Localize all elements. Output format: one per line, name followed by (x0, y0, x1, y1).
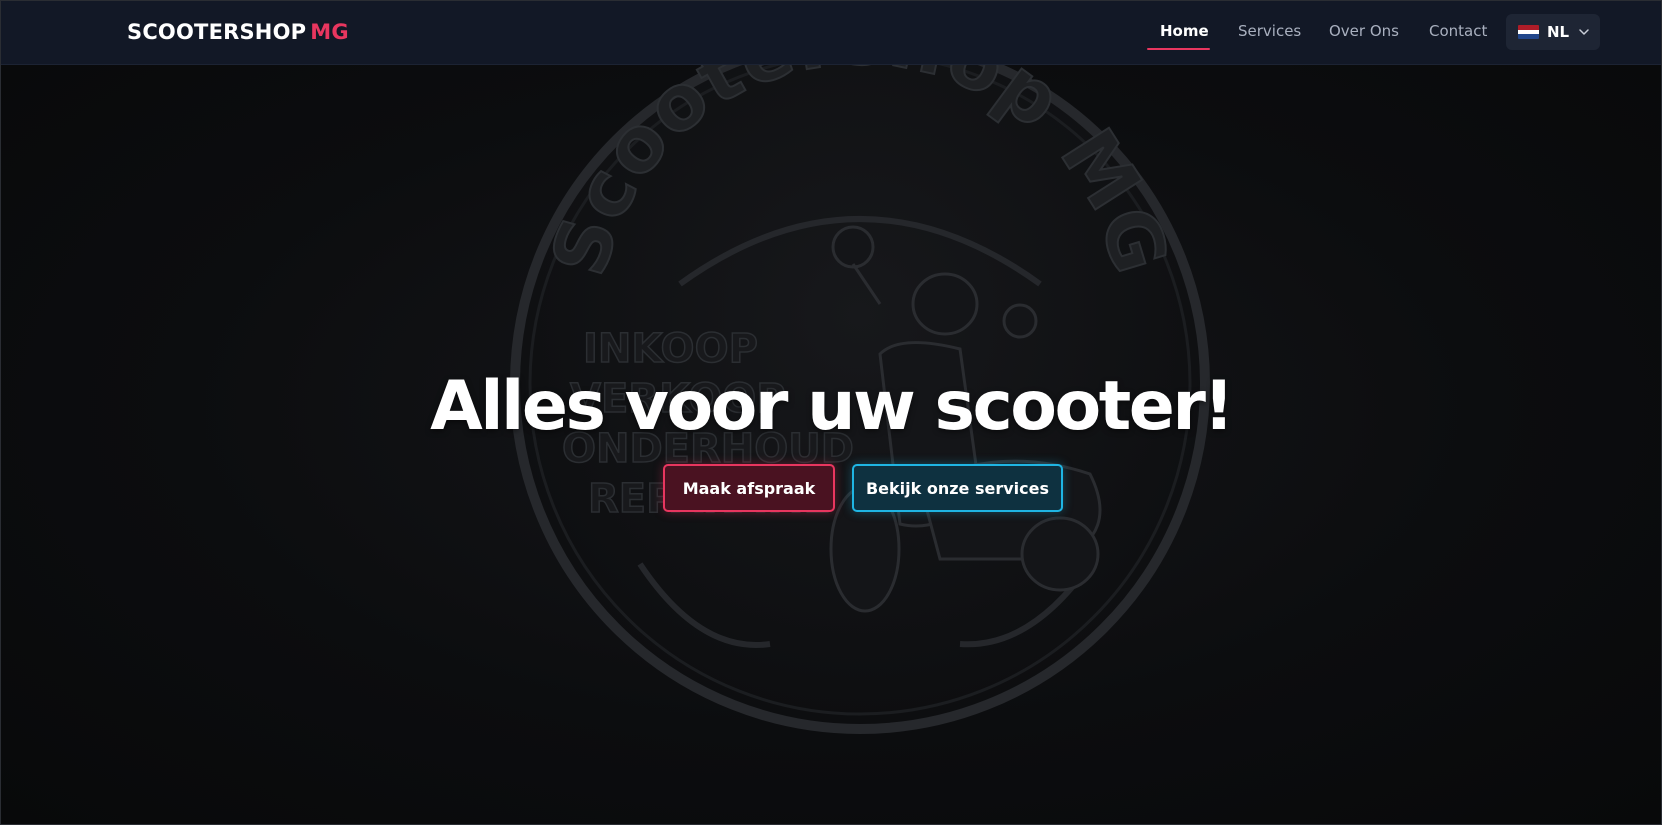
brand-accent: MG (310, 20, 349, 44)
book-appointment-button[interactable]: Maak afspraak (663, 464, 835, 512)
chevron-down-icon (1579, 29, 1589, 35)
hero-title: Alles voor uw scooter! (430, 367, 1234, 446)
netherlands-flag-icon (1518, 25, 1539, 39)
nav-link-over-ons[interactable]: Over Ons (1329, 22, 1399, 40)
hero-section: Scootershop MG INKOOP VERKOOP ONDERHOUD … (0, 64, 1662, 825)
brand-name: SCOOTERSHOP (127, 20, 307, 44)
nav-link-services[interactable]: Services (1238, 22, 1301, 40)
active-nav-indicator (1147, 48, 1210, 50)
nav-link-home[interactable]: Home (1160, 22, 1209, 40)
language-code: NL (1547, 23, 1570, 41)
top-navbar: SCOOTERSHOP MG Home Services Over Ons Con… (0, 0, 1662, 65)
view-services-button[interactable]: Bekijk onze services (852, 464, 1063, 512)
language-selector[interactable]: NL (1506, 14, 1600, 50)
brand-logo[interactable]: SCOOTERSHOP MG (127, 20, 349, 44)
nav-link-contact[interactable]: Contact (1429, 22, 1487, 40)
